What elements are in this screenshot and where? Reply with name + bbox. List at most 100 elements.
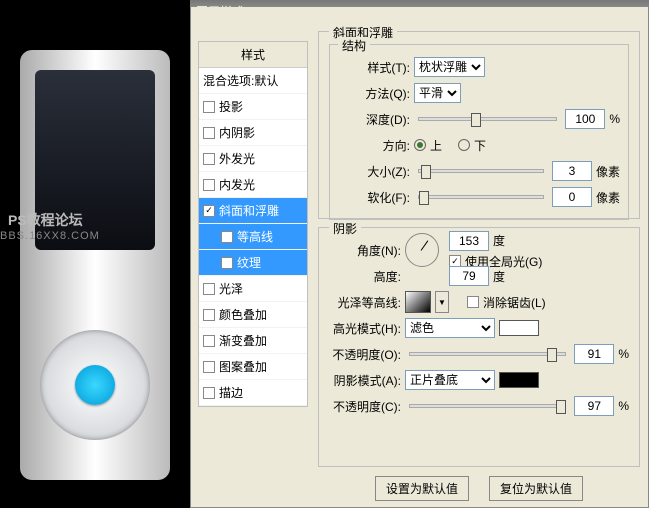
sidebar-label-8: 颜色叠加 [219,306,267,323]
mp3-body [20,50,170,480]
style-select[interactable]: 枕状浮雕 [414,57,485,77]
sidebar-checkbox-4[interactable] [203,205,215,217]
hmode-label: 高光模式(H): [329,320,401,337]
highlight-opacity-slider[interactable] [409,352,566,356]
sidebar-label-6: 纹理 [237,254,261,271]
altitude-label: 高度: [329,268,401,285]
depth-unit: % [609,112,620,126]
sidebar-checkbox-8[interactable] [203,309,215,321]
sidebar-checkbox-11[interactable] [203,387,215,399]
sidebar-checkbox-0[interactable] [203,101,215,113]
shading-title: 阴影 [329,220,361,237]
style-label: 样式(T): [338,59,410,76]
sidebar-blend-options[interactable]: 混合选项:默认 [199,68,307,94]
angle-input[interactable] [449,231,489,251]
sidebar-item-7[interactable]: 光泽 [199,276,307,302]
sop-label: 不透明度(C): [329,398,401,415]
shading-panel: 阴影 角度(N): 度 使用全局光(G) 高度: 度 光泽等高线: [318,227,640,467]
highlight-opacity-input[interactable] [574,344,614,364]
sidebar-item-6[interactable]: 纹理 [199,250,307,276]
bevel-panel: 斜面和浮雕 结构 样式(T): 枕状浮雕 方法(Q): 平滑 深度(D): % … [318,31,640,219]
sidebar-label-2: 外发光 [219,150,255,167]
sidebar-item-5[interactable]: 等高线 [199,224,307,250]
shadow-color-swatch[interactable] [499,372,539,388]
highlight-color-swatch[interactable] [499,320,539,336]
sidebar-item-9[interactable]: 渐变叠加 [199,328,307,354]
sidebar-checkbox-1[interactable] [203,127,215,139]
button-bar: 设置为默认值 复位为默认值 [318,476,640,501]
size-input[interactable] [552,161,592,181]
reset-default-button[interactable]: 复位为默认值 [489,476,583,501]
technique-label: 方法(Q): [338,85,410,102]
sidebar-label-9: 渐变叠加 [219,332,267,349]
direction-up-radio[interactable] [414,139,426,151]
shadow-opacity-slider[interactable] [409,404,566,408]
down-label: 下 [474,137,486,154]
sidebar-label-7: 光泽 [219,280,243,297]
sidebar-item-1[interactable]: 内阴影 [199,120,307,146]
depth-input[interactable] [565,109,605,129]
canvas-area: PS教程论坛 BBS.16XX8.COM [0,0,190,508]
make-default-button[interactable]: 设置为默认值 [375,476,469,501]
gloss-contour-dropdown[interactable]: ▼ [435,291,449,313]
angle-unit: 度 [493,232,505,249]
sidebar-checkbox-10[interactable] [203,361,215,373]
layer-style-dialog: 样式 混合选项:默认 投影内阴影外发光内发光斜面和浮雕等高线纹理光泽颜色叠加渐变… [190,7,649,508]
up-label: 上 [430,137,442,154]
sidebar-checkbox-7[interactable] [203,283,215,295]
depth-label: 深度(D): [338,111,410,128]
gloss-contour-swatch[interactable] [405,291,431,313]
gloss-label: 光泽等高线: [329,294,401,311]
blend-label: 混合选项:默认 [203,72,278,89]
smode-select[interactable]: 正片叠底 [405,370,495,390]
soften-slider[interactable] [418,195,544,199]
sidebar-item-8[interactable]: 颜色叠加 [199,302,307,328]
soften-label: 软化(F): [338,189,410,206]
antialias-checkbox[interactable] [467,296,479,308]
soften-input[interactable] [552,187,592,207]
hmode-select[interactable]: 滤色 [405,318,495,338]
sidebar-item-4[interactable]: 斜面和浮雕 [199,198,307,224]
sidebar-checkbox-6[interactable] [221,257,233,269]
sidebar-checkbox-9[interactable] [203,335,215,347]
sidebar-label-3: 内发光 [219,176,255,193]
sidebar-item-3[interactable]: 内发光 [199,172,307,198]
size-label: 大小(Z): [338,163,410,180]
sidebar-item-0[interactable]: 投影 [199,94,307,120]
sidebar-label-4: 斜面和浮雕 [219,202,279,219]
sidebar-checkbox-3[interactable] [203,179,215,191]
hop-label: 不透明度(O): [329,346,401,363]
altitude-input[interactable] [449,266,489,286]
size-slider[interactable] [418,169,544,173]
direction-down-radio[interactable] [458,139,470,151]
smode-label: 阴影模式(A): [329,372,401,389]
watermark-2: BBS.16XX8.COM [0,230,100,242]
sidebar-checkbox-5[interactable] [221,231,233,243]
sidebar-label-0: 投影 [219,98,243,115]
shadow-opacity-input[interactable] [574,396,614,416]
angle-widget[interactable] [405,233,439,267]
technique-select[interactable]: 平滑 [414,83,461,103]
sidebar-label-5: 等高线 [237,228,273,245]
sidebar-header[interactable]: 样式 [199,42,307,68]
styles-sidebar: 样式 混合选项:默认 投影内阴影外发光内发光斜面和浮雕等高线纹理光泽颜色叠加渐变… [198,41,308,407]
structure-group: 结构 样式(T): 枕状浮雕 方法(Q): 平滑 深度(D): % 方向: 上 … [329,44,629,220]
structure-title: 结构 [338,37,370,54]
size-unit: 像素 [596,163,620,180]
soften-unit: 像素 [596,189,620,206]
hop-unit: % [618,347,629,361]
sop-unit: % [618,399,629,413]
sidebar-item-2[interactable]: 外发光 [199,146,307,172]
sidebar-checkbox-2[interactable] [203,153,215,165]
sidebar-item-11[interactable]: 描边 [199,380,307,406]
sidebar-item-10[interactable]: 图案叠加 [199,354,307,380]
mp3-center-button [75,365,115,405]
depth-slider[interactable] [418,117,557,121]
antialias-label: 消除锯齿(L) [483,294,546,311]
sidebar-label-10: 图案叠加 [219,358,267,375]
sidebar-label-1: 内阴影 [219,124,255,141]
altitude-unit: 度 [493,268,505,285]
watermark-1: PS教程论坛 [8,210,83,230]
sidebar-label-11: 描边 [219,384,243,401]
angle-label: 角度(N): [329,242,401,259]
